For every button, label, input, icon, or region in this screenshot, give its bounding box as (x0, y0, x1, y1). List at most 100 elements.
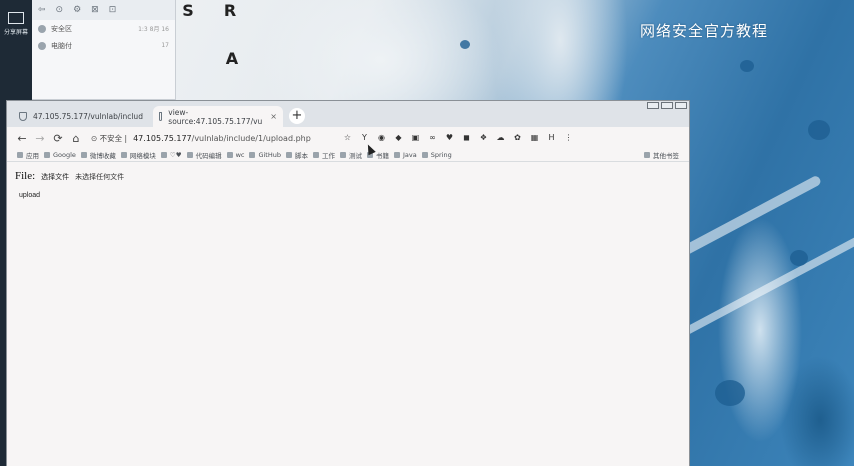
extension-heart-icon[interactable]: ♥ (444, 132, 455, 143)
bookmark-star-icon[interactable]: ☆ (342, 132, 353, 143)
bookmark-label: GitHub (258, 151, 281, 159)
extension-h-icon[interactable]: H (546, 132, 557, 143)
gear-icon[interactable]: ⚙ (73, 5, 81, 15)
bookmark-label: 测试 (349, 152, 362, 160)
bookmark-item[interactable]: GitHub (249, 151, 281, 159)
bookmark-item[interactable]: 脚本 (286, 150, 308, 160)
no-file-selected-text: 未选择任何文件 (75, 173, 125, 181)
close-icon[interactable]: × (270, 112, 277, 121)
bookmark-label: 脚本 (295, 152, 308, 160)
folder-icon (226, 152, 233, 158)
chat-list-item[interactable]: 安全区 1:3 8月 16 (32, 20, 175, 37)
shield-icon (19, 112, 27, 121)
wallpaper-splash (715, 380, 745, 406)
extension-grid-icon[interactable]: ▦ (529, 132, 540, 143)
shield-icon (159, 112, 163, 121)
bookmark-item[interactable]: 网络模块 (120, 150, 156, 160)
bookmark-label: 网络模块 (129, 152, 156, 160)
bookmark-item[interactable]: 代码编辑 (186, 150, 222, 160)
folder-icon (313, 152, 319, 158)
extension-box-icon[interactable]: ▣ (410, 132, 421, 143)
status-icon[interactable]: ⊙ (56, 5, 64, 15)
bookmark-item[interactable]: ♡♥ (160, 151, 182, 159)
extension-diamond-icon[interactable]: ◆ (393, 132, 404, 143)
bookmark-label: Spring (430, 151, 452, 159)
folder-icon (286, 152, 292, 158)
address-bar[interactable]: 47.105.75.177/vulnlab/include/1/upload.p… (133, 134, 311, 143)
bookmark-label: 其他书签 (653, 152, 679, 160)
bookmark-item[interactable]: Spring (421, 151, 452, 159)
folder-icon (160, 152, 167, 158)
maximize-button[interactable] (661, 102, 673, 109)
wallpaper-splash (790, 250, 808, 266)
home-button[interactable]: ⌂ (67, 132, 85, 145)
new-tab-button[interactable]: + (289, 108, 305, 124)
bookmark-label: ♡♥ (169, 151, 182, 159)
tab-label: view-source:47.105.75.177/vu (168, 107, 263, 126)
extension-circle-icon[interactable]: ◉ (376, 132, 387, 143)
extension-y-icon[interactable]: Y (359, 132, 370, 143)
chat-item-label: 安全区 (51, 24, 72, 33)
site-info-button[interactable]: ⊙ 不安全 | (91, 133, 127, 144)
extension-infinity-icon[interactable]: ∞ (427, 132, 438, 143)
folder-icon (644, 152, 650, 158)
other-bookmarks[interactable]: 其他书签 (644, 150, 689, 160)
share-screen-button[interactable]: 分享屏幕 (3, 12, 29, 46)
tab-label: 47.105.75.177/vulnlab/includ (33, 112, 143, 121)
back-icon[interactable]: ⇦ (38, 5, 46, 15)
tab-view-source[interactable]: view-source:47.105.75.177/vu × (153, 106, 283, 127)
wallpaper-splash (460, 40, 470, 49)
shortcut-r-icon: R (223, 1, 237, 20)
desktop-shortcut-r[interactable]: R (220, 2, 240, 23)
upload-button[interactable]: upload (19, 192, 40, 199)
url-path: /vulnlab/include/1/upload.php (191, 133, 311, 143)
desktop-shortcut-s[interactable]: S (178, 2, 198, 23)
extension-cloud-icon[interactable]: ☁ (495, 132, 506, 143)
chat-item-meta: 1:3 8月 16 (138, 26, 169, 33)
panel-icon[interactable]: ⊡ (109, 5, 117, 15)
extension-toolbar: ☆ Y ◉ ◆ ▣ ∞ ♥ ◼ ❖ ☁ ✿ ▦ H ⋮ (342, 132, 574, 143)
avatar (38, 41, 46, 50)
folder-icon (120, 152, 127, 158)
extension-square-icon[interactable]: ◼ (461, 132, 472, 143)
tab-upload-page[interactable]: 47.105.75.177/vulnlab/includ (13, 106, 153, 127)
bookmark-item[interactable]: 应用 (17, 150, 39, 160)
watermark-text: 网络安全官方教程 (640, 22, 769, 40)
forward-button[interactable]: → (31, 132, 49, 145)
screen-icon (8, 12, 24, 24)
menu-icon[interactable]: ⋮ (563, 132, 574, 143)
wallpaper-splash (740, 60, 754, 72)
extension-star-icon[interactable]: ❖ (478, 132, 489, 143)
chat-list-item[interactable]: 电脑付 17 (32, 37, 175, 54)
bookmark-item[interactable]: Java (394, 151, 417, 159)
bookmark-item[interactable]: Google (44, 151, 76, 159)
bookmark-label: 书籍 (376, 152, 389, 160)
share-screen-label: 分享屏幕 (3, 29, 28, 36)
chat-item-meta: 17 (161, 42, 169, 49)
folder-icon (186, 152, 193, 158)
close-window-button[interactable] (675, 102, 687, 109)
bookmark-label: Google (53, 151, 76, 159)
window-icon[interactable]: ⊠ (91, 5, 99, 15)
chat-toolbar: ⇦ ⊙ ⚙ ⊠ ⊡ (32, 0, 175, 20)
desktop-shortcut-a[interactable]: A (222, 50, 242, 71)
file-upload-row: File: 选择文件 未选择任何文件 (15, 170, 681, 182)
avatar (38, 24, 46, 33)
back-button[interactable]: ← (13, 132, 31, 145)
file-label: File: (15, 170, 36, 182)
bookmark-item[interactable]: 工作 (313, 150, 335, 160)
shortcut-s-icon: S (182, 1, 194, 20)
bookmark-item[interactable]: 测试 (340, 150, 362, 160)
bookmark-item[interactable]: 微博收藏 (80, 150, 116, 160)
choose-file-button[interactable]: 选择文件 (39, 172, 71, 182)
shortcut-a-icon: A (225, 49, 239, 68)
chat-item-label: 电脑付 (51, 41, 72, 50)
bookmark-label: wc (235, 151, 245, 159)
apps-icon (17, 152, 23, 158)
bookmark-label: 工作 (322, 152, 335, 160)
wallpaper-splash (808, 120, 830, 140)
extension-flower-icon[interactable]: ✿ (512, 132, 523, 143)
bookmark-item[interactable]: wc (226, 151, 245, 159)
minimize-button[interactable] (647, 102, 659, 109)
reload-button[interactable]: ⟳ (49, 132, 67, 145)
